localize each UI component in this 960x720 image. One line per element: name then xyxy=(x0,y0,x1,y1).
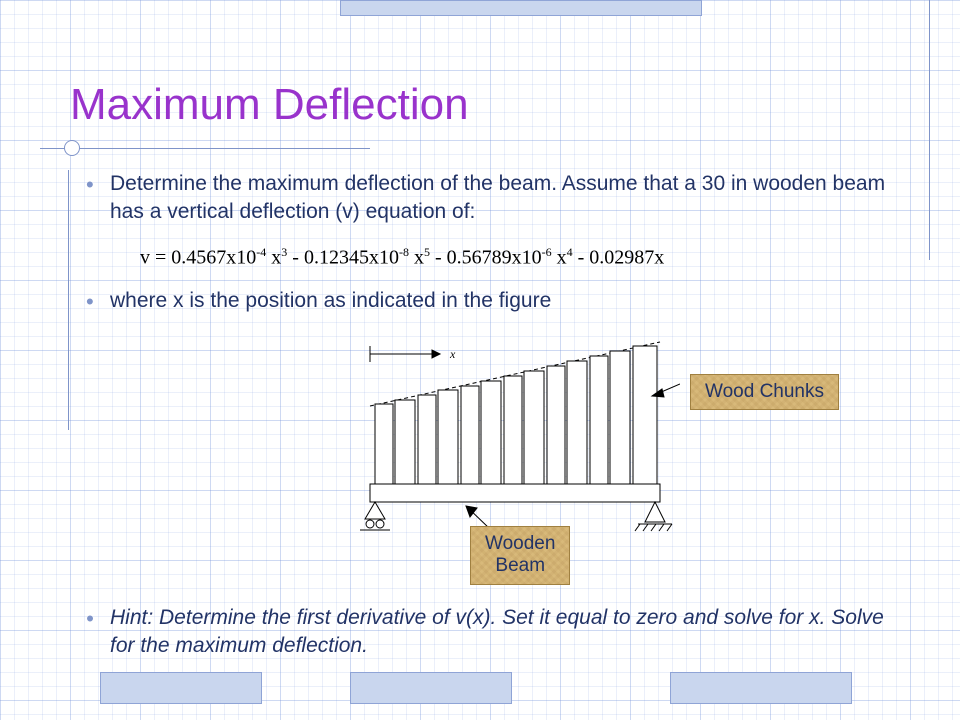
label-wooden-beam-l2: Beam xyxy=(495,555,545,576)
title-rule-circle xyxy=(64,140,80,156)
eq-t3-coef: 0.56789x10 xyxy=(447,246,542,268)
eq-t4: 0.02987x xyxy=(589,246,664,268)
bullet-2: where x is the position as indicated in … xyxy=(110,287,890,315)
equation: v = 0.4567x10-4 x3 - 0.12345x10-8 x5 - 0… xyxy=(140,245,890,270)
beam-svg xyxy=(280,334,680,544)
decor-side-line xyxy=(68,170,69,430)
bottom-decor-3 xyxy=(670,672,852,704)
slide-content: Maximum Deflection Determine the maximum… xyxy=(0,0,960,720)
bullet-1: Determine the maximum deflection of the … xyxy=(110,170,890,227)
bullet-list-2: where x is the position as indicated in … xyxy=(70,287,890,315)
eq-t1-var: x xyxy=(271,246,281,268)
eq-equals: = xyxy=(155,246,166,268)
eq-t1-coef: 0.4567x10 xyxy=(171,246,256,268)
eq-t1-exp10: -4 xyxy=(256,245,266,259)
eq-t1-pow: 3 xyxy=(281,245,287,259)
bottom-decor-1 xyxy=(100,672,262,704)
figure-x-label: x xyxy=(450,347,455,362)
eq-t2-var: x xyxy=(414,246,424,268)
title-rule xyxy=(70,142,890,156)
title-rule-line xyxy=(40,148,370,149)
eq-lhs: v xyxy=(140,246,150,268)
eq-t3-var: x xyxy=(557,246,567,268)
label-wooden-beam-l1: Wooden xyxy=(485,533,555,554)
eq-t2-pow: 5 xyxy=(424,245,430,259)
bullet-list-3: Hint: Determine the first derivative of … xyxy=(70,604,890,661)
eq-minus-2: - xyxy=(435,246,442,268)
eq-minus-1: - xyxy=(292,246,299,268)
eq-minus-3: - xyxy=(578,246,585,268)
eq-t3-pow: 4 xyxy=(567,245,573,259)
label-wood-chunks: Wood Chunks xyxy=(690,374,839,410)
label-wooden-beam: Wooden Beam xyxy=(470,526,570,586)
beam-figure: x Wood Chunks Wooden Beam xyxy=(70,334,890,594)
slide-title: Maximum Deflection xyxy=(70,80,890,130)
eq-t2-exp10: -8 xyxy=(399,245,409,259)
bullet-list: Determine the maximum deflection of the … xyxy=(70,170,890,227)
eq-t3-exp10: -6 xyxy=(542,245,552,259)
eq-t2-coef: 0.12345x10 xyxy=(304,246,399,268)
bottom-decor-2 xyxy=(350,672,512,704)
bullet-3-hint: Hint: Determine the first derivative of … xyxy=(110,604,890,661)
